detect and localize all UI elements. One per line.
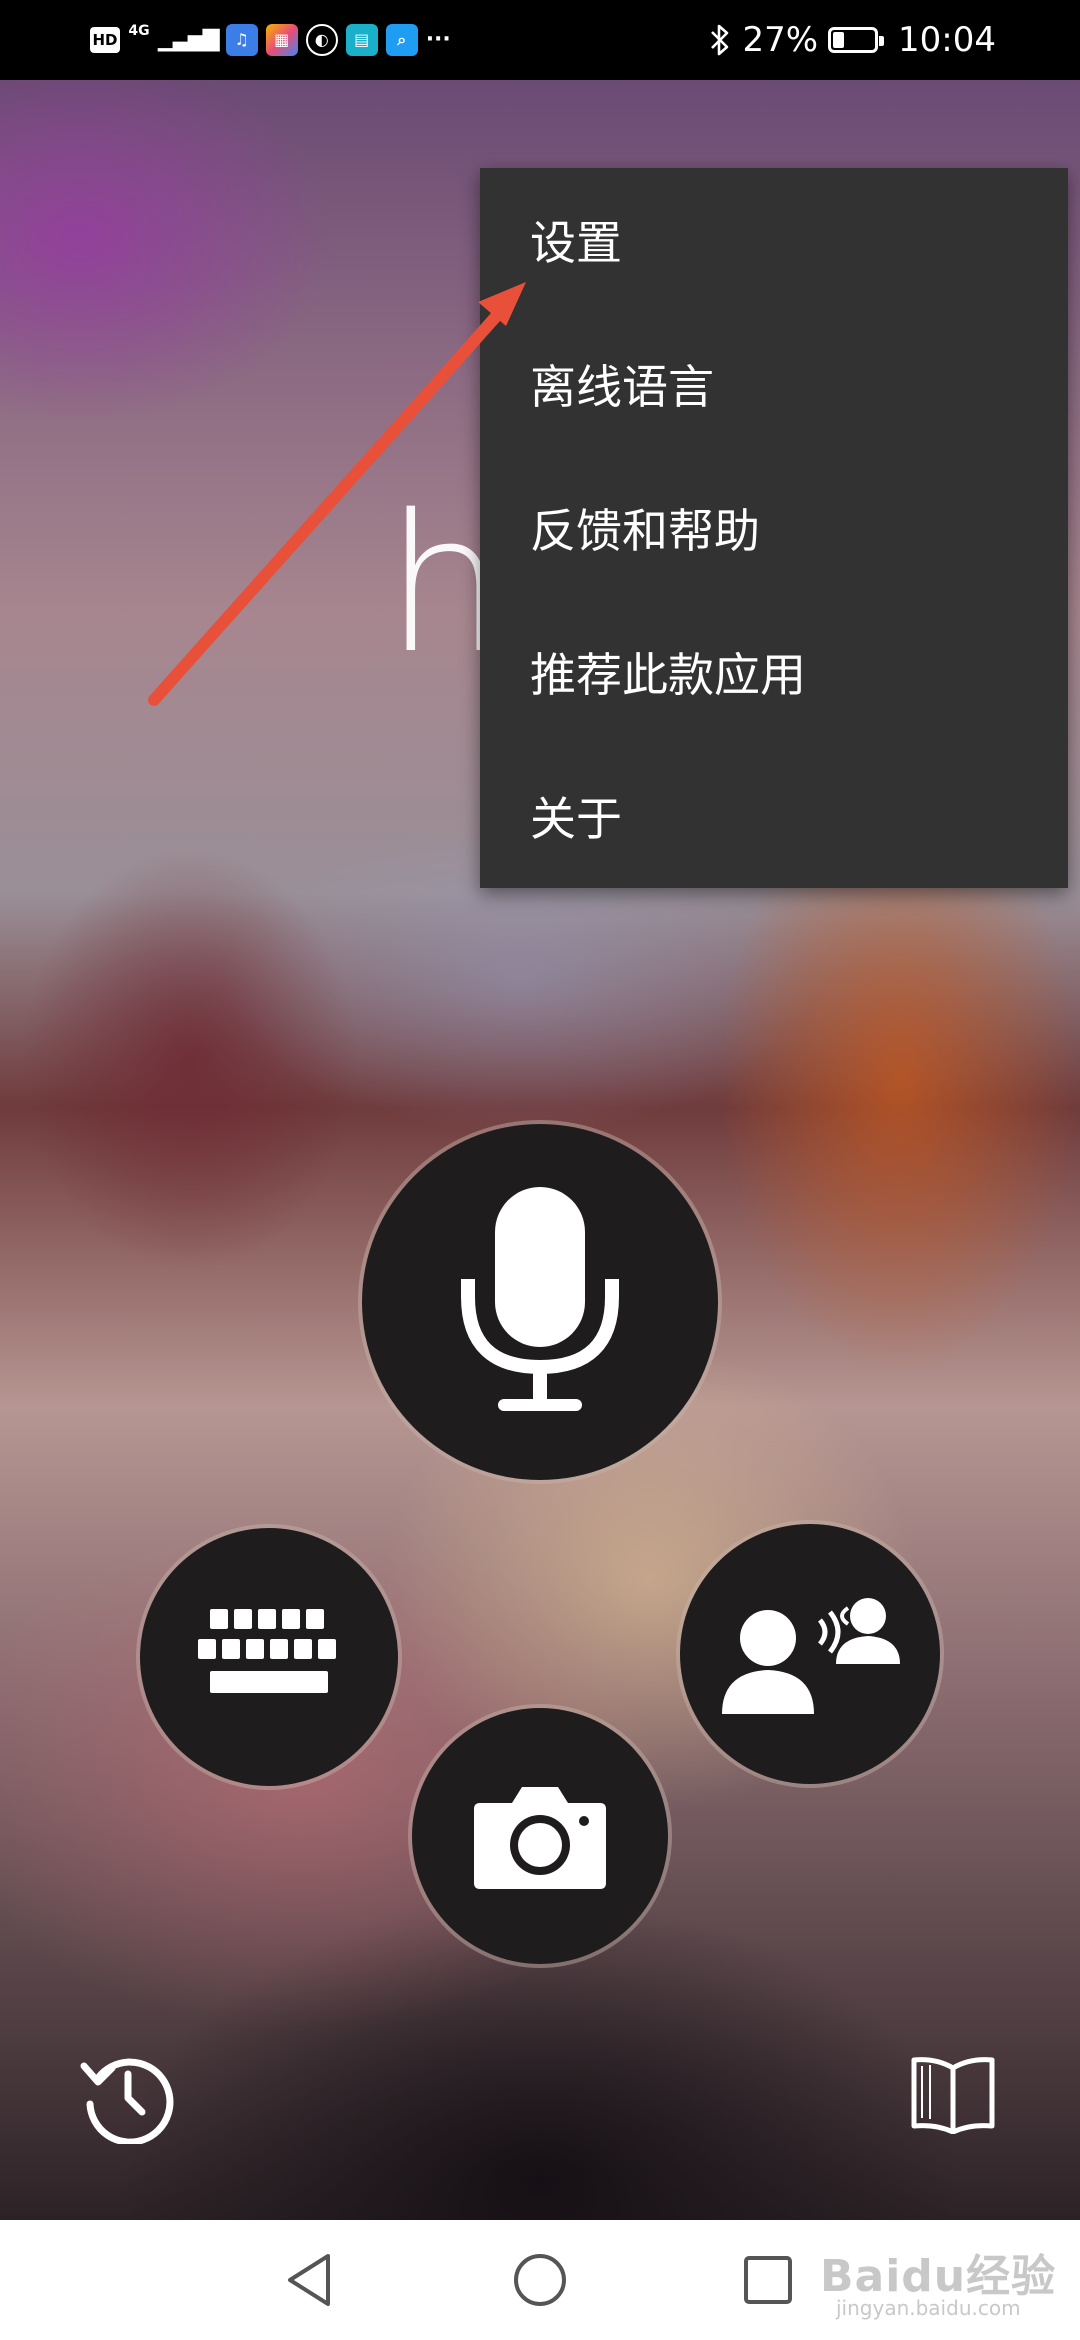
menu-item-about[interactable]: 关于 <box>480 744 1068 888</box>
clock: 10:04 <box>898 20 996 60</box>
status-left: HD 4G ▁▃▅▇ ♫ ▦ ◐ ▤ ⌕ ··· <box>90 22 451 58</box>
reader-app-icon: ▤ <box>345 24 378 56</box>
battery-fill <box>833 32 845 48</box>
conversation-icon <box>722 1598 900 1714</box>
app-store-icon: ▦ <box>265 24 298 56</box>
more-notifications-icon: ··· <box>425 27 451 52</box>
phrasebook-icon[interactable] <box>910 2054 996 2134</box>
menu-item-recommend-app[interactable]: 推荐此款应用 <box>480 600 1068 744</box>
battery-percentage: 27% <box>742 20 819 60</box>
menu-item-offline-languages[interactable]: 离线语言 <box>480 312 1068 456</box>
history-icon[interactable] <box>78 2048 174 2144</box>
conversation-button[interactable] <box>680 1524 940 1784</box>
watermark-logo: Baidu经验 <box>820 2251 1057 2302</box>
music-app-icon: ♫ <box>225 24 258 56</box>
camera-translate-button[interactable] <box>412 1708 668 1964</box>
home-icon[interactable] <box>510 2250 570 2310</box>
battery-icon <box>828 27 885 53</box>
hd-icon: HD <box>90 27 120 53</box>
status-bar: HD 4G ▁▃▅▇ ♫ ▦ ◐ ▤ ⌕ ··· 27% 10:04 <box>0 0 1080 80</box>
menu-item-feedback-help[interactable]: 反馈和帮助 <box>480 456 1068 600</box>
bluetooth-icon <box>711 24 729 56</box>
status-right: 27% 10:04 <box>708 18 996 62</box>
voice-translate-button[interactable] <box>362 1124 718 1480</box>
back-icon[interactable] <box>282 2250 342 2310</box>
recent-apps-icon[interactable] <box>738 2250 798 2310</box>
overflow-menu: 设置 离线语言 反馈和帮助 推荐此款应用 关于 <box>480 168 1068 888</box>
microphone-icon <box>461 1187 619 1411</box>
menu-item-settings[interactable]: 设置 <box>480 168 1068 312</box>
camera-icon <box>474 1787 606 1889</box>
keyboard-icon <box>198 1609 336 1693</box>
search-app-icon: ⌕ <box>385 24 418 56</box>
network-type-icon: 4G <box>128 23 150 39</box>
watermark-url: jingyan.baidu.com <box>836 2296 1021 2320</box>
signal-icon: ▁▃▅▇ <box>158 27 220 52</box>
keyboard-translate-button[interactable] <box>140 1528 398 1786</box>
browser-icon: ◐ <box>305 24 338 56</box>
